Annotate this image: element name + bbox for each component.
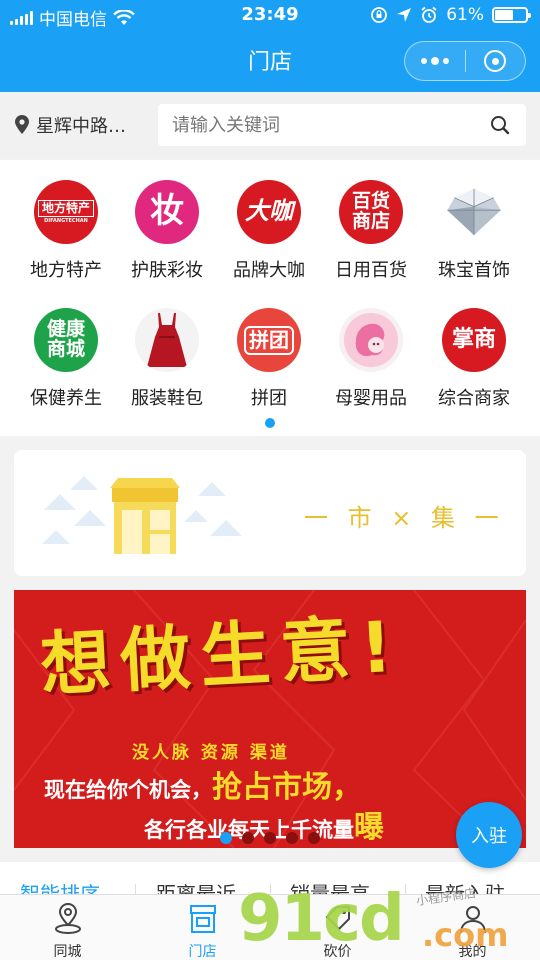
more-dot-icon	[442, 58, 449, 64]
status-right: 61%	[370, 5, 531, 25]
search-row: 星辉中路…	[0, 92, 540, 158]
close-button[interactable]	[466, 42, 526, 80]
banner-dot[interactable]	[220, 832, 232, 844]
battery-fill	[495, 10, 514, 20]
diamond-icon	[442, 180, 506, 244]
category-jewelry[interactable]: 珠宝首饰	[420, 160, 528, 288]
tab-mine[interactable]: 我的	[405, 895, 540, 960]
join-button[interactable]: 入驻	[456, 802, 522, 868]
more-dot-icon	[430, 57, 439, 65]
brand-icon: 大咖	[237, 180, 301, 244]
category-label: 保健养生	[30, 388, 102, 409]
mini-program-capsule	[404, 41, 526, 81]
location-arrow-icon	[397, 8, 412, 22]
category-label: 母婴用品	[335, 388, 407, 409]
cosmetics-icon: 妆	[135, 180, 199, 244]
banner-pagination	[220, 832, 320, 844]
category-cosmetics[interactable]: 妆 护肤彩妆	[113, 160, 221, 288]
tab-same-city[interactable]: 同城	[0, 895, 135, 960]
alarm-icon	[421, 6, 437, 23]
battery-percent: 61%	[446, 5, 484, 25]
filter-divider	[270, 884, 271, 894]
tab-label: 门店	[188, 944, 217, 960]
rotation-lock-icon	[371, 7, 388, 23]
banner-line2: 现在给你个机会，抢占市场，	[44, 770, 362, 805]
location-selector[interactable]: 星辉中路…	[14, 112, 126, 138]
filter-tab-newest[interactable]: 最新入驻	[425, 878, 505, 894]
category-label: 服装鞋包	[131, 388, 203, 409]
department-store-icon: 百货商店	[339, 180, 403, 244]
tab-label: 砍价	[323, 944, 352, 960]
category-group-buy[interactable]: 拼团 拼团	[215, 288, 323, 416]
bargain-icon	[325, 906, 350, 931]
filter-tab-top-sales[interactable]: 销量最高	[290, 878, 370, 894]
banner-dot[interactable]	[242, 832, 254, 844]
market-title: 一 市 × 集 一	[304, 504, 505, 532]
dress-icon	[135, 308, 199, 372]
filter-divider	[405, 884, 406, 894]
store-icon	[189, 905, 216, 933]
category-health[interactable]: 健康商城 保健养生	[12, 288, 120, 416]
filter-tab-nearest[interactable]: 距离最近	[156, 878, 236, 894]
market-card[interactable]: 一 市 × 集 一	[14, 450, 526, 576]
category-clothing[interactable]: 服装鞋包	[113, 288, 221, 416]
local-specialty-icon: 地方特产 DIFANGTECHAN	[34, 180, 98, 244]
banner-dot[interactable]	[308, 832, 320, 844]
merchant-icon: 掌商	[442, 308, 506, 372]
filter-tabs: 智能排序 距离最近 销量最高 最新入驻	[0, 862, 540, 894]
mother-baby-icon	[339, 308, 403, 372]
tab-label: 我的	[458, 944, 487, 960]
target-icon	[484, 50, 507, 72]
search-icon[interactable]	[490, 115, 510, 135]
market-illustration	[42, 476, 242, 554]
search-input[interactable]	[172, 104, 472, 146]
category-label: 地方特产	[30, 260, 102, 281]
user-icon	[459, 906, 486, 934]
bottom-tab-bar: 同城 门店 砍价 我的	[0, 894, 540, 960]
health-icon: 健康商城	[34, 308, 98, 372]
category-label: 拼团	[251, 388, 287, 409]
category-label: 护肤彩妆	[131, 260, 203, 281]
category-page-indicator	[265, 418, 275, 428]
category-merchant[interactable]: 掌商 综合商家	[420, 288, 528, 416]
category-label: 日用百货	[335, 260, 407, 281]
tab-store[interactable]: 门店	[135, 895, 270, 960]
tab-bargain[interactable]: 砍价	[270, 895, 405, 960]
category-label: 珠宝首饰	[438, 260, 510, 281]
search-box	[158, 104, 526, 146]
category-local-specialty[interactable]: 地方特产 DIFANGTECHAN 地方特产	[12, 160, 120, 288]
banner-headline: 想做生意!	[38, 605, 405, 707]
location-pin-icon	[54, 903, 81, 934]
location-text: 星辉中路…	[36, 116, 126, 137]
map-pin-icon	[15, 115, 29, 134]
category-grid: 地方特产 DIFANGTECHAN 地方特产 妆 护肤彩妆 大咖 品牌大咖 百货…	[0, 160, 540, 436]
banner-dot[interactable]	[286, 832, 298, 844]
nav-bar: 门店	[0, 32, 540, 92]
category-label: 品牌大咖	[233, 260, 305, 281]
filter-divider	[135, 884, 136, 894]
group-buy-icon: 拼团	[237, 308, 301, 372]
category-label: 综合商家	[438, 388, 510, 409]
category-mother-baby[interactable]: 母婴用品	[317, 288, 425, 416]
filter-tab-smart-sort[interactable]: 智能排序	[20, 878, 100, 894]
promo-banner[interactable]: 想做生意! 没人脉 资源 渠道 现在给你个机会，抢占市场， 各行各业每天上千流量…	[14, 590, 526, 848]
banner-dot[interactable]	[264, 832, 276, 844]
more-dot-icon	[420, 58, 427, 64]
more-button[interactable]	[405, 42, 465, 80]
battery-icon	[492, 7, 531, 23]
status-bar: 中国电信 23:49 61%	[0, 0, 540, 32]
banner-line1: 没人脉 资源 渠道	[132, 743, 290, 763]
category-brand[interactable]: 大咖 品牌大咖	[215, 160, 323, 288]
category-department-store[interactable]: 百货商店 日用百货	[317, 160, 425, 288]
tab-label: 同城	[53, 944, 82, 960]
